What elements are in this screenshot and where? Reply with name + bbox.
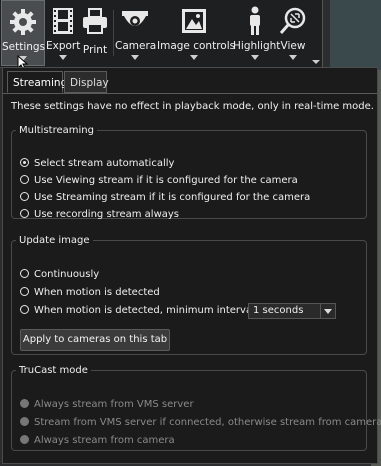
chevron-down-icon (251, 55, 259, 60)
radio-label: When motion is detected (34, 287, 160, 298)
radio-dot (20, 435, 29, 444)
radio-label: Stream from VMS server if connected, oth… (34, 417, 381, 428)
settings-label: Settings (2, 41, 46, 53)
trucast-legend: TruCast mode (19, 365, 88, 376)
radio-dot (20, 175, 29, 184)
radio-label: When motion is detected, minimum interva… (34, 305, 255, 316)
radio-label: Use recording stream always (34, 209, 180, 220)
tab-display[interactable]: Display (64, 71, 109, 93)
chevron-down-icon (131, 55, 139, 60)
radio-dot (20, 417, 29, 426)
highlight-button[interactable]: Highlight (233, 0, 281, 66)
camera-button[interactable]: Camera (115, 0, 157, 66)
radio-streaming-stream[interactable]: Use Streaming stream if it is configured… (20, 192, 310, 203)
radio-stream-vms[interactable]: Always stream from VMS server (20, 399, 194, 410)
interval-select[interactable]: 1 seconds (248, 303, 336, 319)
gear-icon (10, 9, 36, 35)
person-icon (250, 6, 260, 35)
realtime-note: These settings have no effect in playbac… (11, 101, 374, 112)
toolbar-separator (113, 10, 114, 56)
chevron-down-icon (59, 55, 67, 60)
view-button[interactable]: View (278, 0, 308, 66)
dome-camera-icon (122, 11, 148, 26)
apply-to-cameras-button[interactable]: Apply to cameras on this tab (20, 329, 170, 351)
radio-dot (20, 192, 29, 201)
toolbar: Settings Export Print Camera Image contr… (0, 0, 323, 68)
radio-recording-stream[interactable]: Use recording stream always (20, 209, 179, 220)
update-image-legend: Update image (19, 235, 90, 246)
film-icon (53, 8, 73, 34)
export-button[interactable]: Export (46, 0, 80, 66)
radio-stream-vms-fallback[interactable]: Stream from VMS server if connected, oth… (20, 417, 381, 428)
print-button[interactable]: Print (80, 0, 110, 66)
radio-label: Use Viewing stream if it is configured f… (34, 175, 298, 186)
chevron-down-icon (190, 55, 198, 60)
multistreaming-legend: Multistreaming (19, 125, 94, 136)
camera-label: Camera (115, 40, 157, 52)
radio-label: Select stream automatically (34, 158, 175, 169)
settings-panel: Streaming Display These settings have no… (2, 67, 381, 464)
trucast-group: TruCast mode Always stream from VMS serv… (11, 365, 381, 451)
printer-icon (83, 8, 107, 34)
radio-stream-camera[interactable]: Always stream from camera (20, 435, 175, 446)
radio-dot (20, 209, 29, 218)
radio-dot (20, 305, 29, 314)
radio-continuously[interactable]: Continuously (20, 269, 99, 280)
radio-motion-min-interval[interactable]: When motion is detected, minimum interva… (20, 305, 255, 316)
view-label: View (280, 40, 306, 52)
radio-dot (20, 269, 29, 278)
image-controls-label: Image controls (157, 40, 236, 52)
background-video-area (330, 0, 381, 70)
update-image-group: Update image Continuously When motion is… (11, 235, 367, 355)
tab-streaming[interactable]: Streaming (7, 71, 67, 93)
interval-select-value: 1 seconds (253, 305, 304, 316)
highlight-label: Highlight (233, 40, 281, 52)
radio-label: Continuously (34, 269, 100, 280)
multistreaming-group: Multistreaming Select stream automatical… (11, 125, 367, 220)
chevron-down-icon (320, 304, 335, 318)
export-label: Export (46, 40, 81, 52)
print-label: Print (82, 44, 108, 56)
radio-viewing-stream[interactable]: Use Viewing stream if it is configured f… (20, 175, 298, 186)
image-controls-button[interactable]: Image controls (157, 0, 236, 66)
radio-select-auto[interactable]: Select stream automatically (20, 158, 174, 169)
radio-label: Use Streaming stream if it is configured… (34, 192, 311, 203)
radio-dot (20, 399, 29, 408)
radio-motion-detected[interactable]: When motion is detected (20, 287, 160, 298)
radio-label: Always stream from VMS server (34, 399, 194, 410)
image-icon (182, 9, 206, 33)
radio-dot (20, 158, 29, 167)
radio-label: Always stream from camera (34, 435, 175, 446)
radio-dot (20, 287, 29, 296)
zoom-icon (279, 7, 306, 34)
toolbar-overflow-icon[interactable] (312, 60, 320, 64)
chevron-down-icon (289, 55, 297, 60)
tab-divider (3, 93, 377, 94)
